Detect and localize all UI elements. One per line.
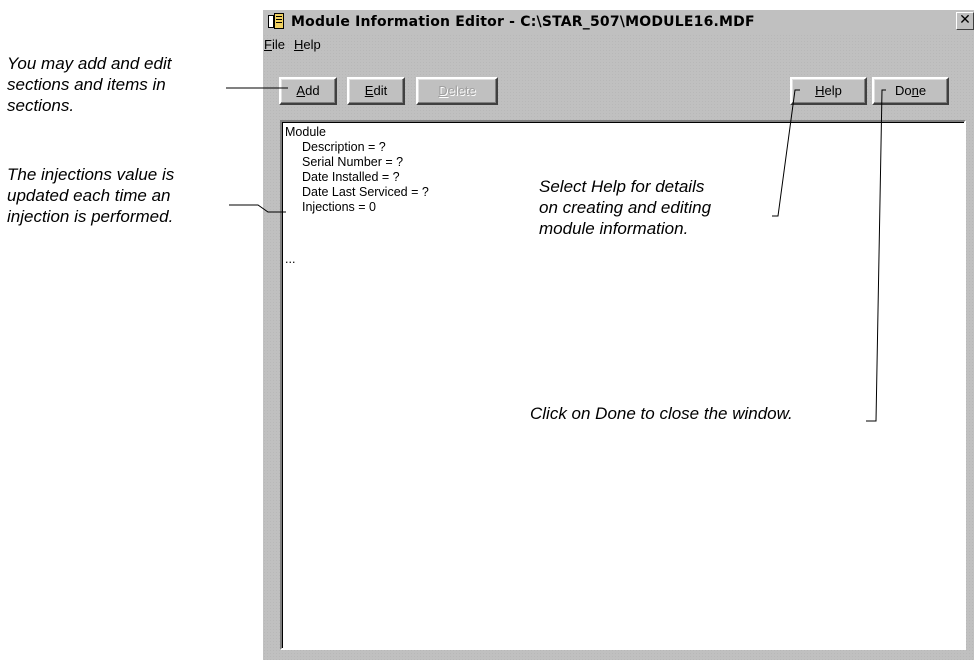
callout-help: Select Help for details on creating and … [539, 176, 711, 239]
callout-line: module information. [539, 219, 689, 238]
tree-item-date-installed[interactable]: Date Installed = ? [302, 170, 400, 185]
add-label: dd [305, 83, 320, 98]
help-button[interactable]: Help [790, 77, 867, 105]
close-icon: ✕ [959, 12, 971, 28]
callout-line: sections and items in [7, 75, 166, 94]
app-icon [267, 13, 285, 30]
done-label-rest: e [918, 83, 927, 98]
callout-line: Select Help for details [539, 177, 705, 196]
callout-line: The injections value is [7, 165, 175, 184]
menu-file-label: ile [271, 37, 285, 52]
menu-bar: File Help [263, 37, 329, 57]
title-bar[interactable]: Module Information Editor - C:\STAR_507\… [263, 10, 974, 33]
callout-line: sections. [7, 96, 75, 115]
delete-label: elete [447, 83, 476, 98]
callout-add-edit: You may add and edit sections and items … [7, 53, 171, 116]
callout-line: injection is performed. [7, 207, 174, 226]
callout-line: on creating and editing [539, 198, 712, 217]
callout-injections: The injections value is updated each tim… [7, 164, 174, 227]
edit-label: dit [373, 83, 388, 98]
tree-item-description[interactable]: Description = ? [302, 140, 386, 155]
tree-item-date-last-serviced[interactable]: Date Last Serviced = ? [302, 185, 429, 200]
done-mnemonic: n [911, 83, 919, 98]
callout-line: You may add and edit [7, 54, 172, 73]
delete-button[interactable]: Delete [416, 77, 498, 105]
menu-help-label: elp [303, 37, 321, 52]
help-label: elp [824, 83, 842, 98]
tree-item-injections[interactable]: Injections = 0 [302, 200, 376, 215]
window-title: Module Information Editor - C:\STAR_507\… [291, 13, 755, 30]
callout-done: Click on Done to close the window. [530, 404, 793, 423]
delete-mnemonic: D [438, 83, 448, 98]
done-label-pre: Do [894, 83, 912, 98]
help-mnemonic: H [815, 83, 825, 98]
tree-node-module[interactable]: Module [285, 125, 326, 140]
menu-file[interactable]: File [264, 37, 289, 57]
close-button[interactable]: ✕ [956, 12, 974, 30]
menu-file-mnemonic: F [264, 37, 272, 52]
edit-button[interactable]: Edit [347, 77, 405, 105]
menu-help-mnemonic: H [293, 37, 304, 52]
add-button[interactable]: Add [279, 77, 337, 105]
done-button[interactable]: Done [872, 77, 949, 105]
module-info-editor-window: Module Information Editor - C:\STAR_507\… [263, 10, 974, 660]
add-mnemonic: A [296, 83, 306, 98]
tree-item-serial-number[interactable]: Serial Number = ? [302, 155, 403, 170]
tree-more-ellipsis: ... [285, 252, 296, 266]
callout-line: updated each time an [7, 186, 171, 205]
menu-help[interactable]: Help [294, 37, 325, 57]
